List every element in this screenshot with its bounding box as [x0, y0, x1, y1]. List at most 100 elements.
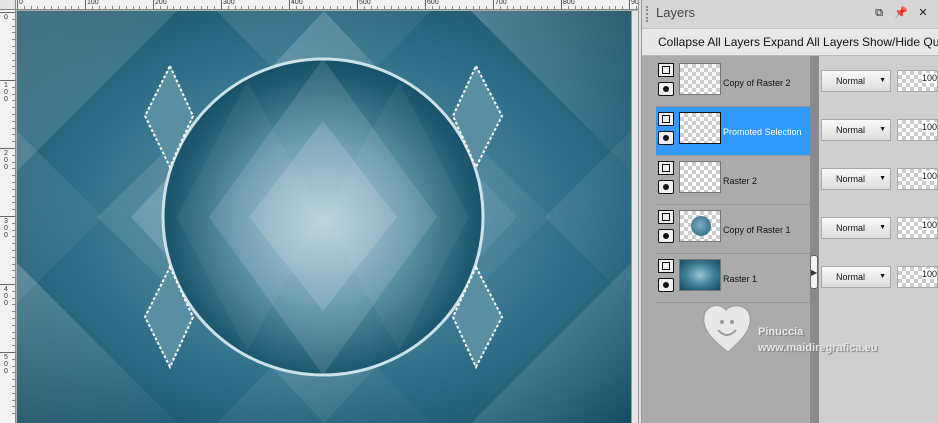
show-hide-quick-button[interactable]: Show/Hide Qu	[862, 35, 938, 49]
layer-name[interactable]: Copy of Raster 1	[723, 225, 791, 235]
layer-name[interactable]: Promoted Selection	[723, 127, 802, 137]
expand-all-layers-button[interactable]: Expand All Layers	[763, 35, 859, 49]
splitter-arrow-icon[interactable]: ▶	[810, 255, 818, 289]
ruler-minor-tick	[377, 6, 379, 9]
visibility-eye-icon[interactable]	[658, 180, 674, 194]
image-canvas-area[interactable]: 0 100 200 300 400 500 600 700 800 900 0 100 200 300 4…	[0, 0, 638, 423]
ruler-minor-tick	[486, 6, 488, 9]
layer-name[interactable]: Raster 1	[723, 274, 757, 284]
layer-row[interactable]: Raster 2	[656, 156, 810, 205]
opacity-field[interactable]: 100	[897, 217, 938, 239]
ruler-minor-tick	[12, 168, 15, 170]
layer-thumbnail[interactable]	[679, 161, 721, 193]
heart-logo-icon	[703, 305, 751, 353]
ruler-minor-tick	[51, 6, 52, 9]
ruler-minor-tick	[615, 6, 617, 9]
layer-toggle-icons	[658, 63, 678, 101]
ruler-minor-tick	[438, 6, 440, 9]
dropdown-arrow-icon: ▼	[879, 224, 886, 231]
ruler-minor-tick	[329, 6, 331, 9]
canvas-vertical-scrollbar[interactable]	[631, 11, 638, 423]
ruler-minor-tick	[323, 6, 324, 9]
layer-thumbnail[interactable]	[679, 63, 721, 95]
ruler-minor-tick	[207, 6, 209, 9]
ruler-minor-tick	[12, 141, 15, 143]
visibility-eye-icon[interactable]	[658, 131, 674, 145]
close-icon[interactable]: ✕	[916, 6, 930, 20]
ruler-minor-tick	[200, 6, 202, 9]
dropdown-arrow-icon: ▼	[879, 175, 886, 182]
layers-list-gutter	[642, 56, 656, 423]
ruler-minor-tick	[12, 413, 15, 415]
blend-mode-dropdown[interactable]: Normal ▼	[821, 266, 891, 288]
blend-mode-dropdown[interactable]: Normal ▼	[821, 168, 891, 190]
layer-properties-row: Normal ▼ 100	[819, 156, 938, 205]
ruler-minor-tick	[12, 250, 15, 251]
ruler-tick	[0, 284, 15, 285]
layer-group-link-icon[interactable]	[658, 210, 674, 224]
ruler-minor-tick	[12, 379, 15, 381]
blend-mode-value: Normal	[836, 76, 866, 86]
layer-group-link-icon[interactable]	[658, 63, 674, 77]
layer-row[interactable]: Copy of Raster 2	[656, 58, 810, 107]
layer-group-link-icon[interactable]	[658, 112, 674, 126]
ruler-minor-tick	[261, 6, 263, 9]
layer-row[interactable]: Copy of Raster 1	[656, 205, 810, 254]
opacity-field[interactable]: 100	[897, 70, 938, 92]
collapse-all-layers-button[interactable]: Collapse All Layers	[658, 35, 760, 49]
restore-icon[interactable]: ⧉	[872, 6, 886, 20]
opacity-field[interactable]: 100	[897, 119, 938, 141]
vertical-ruler: 0 100 200 300 400 500	[0, 10, 16, 423]
layer-rows: Copy of Raster 2 Promoted Selection Raster…	[656, 58, 810, 303]
ruler-tick	[221, 0, 222, 9]
ruler-minor-tick	[98, 6, 100, 9]
layer-group-link-icon[interactable]	[658, 259, 674, 273]
ruler-minor-tick	[193, 6, 195, 9]
opacity-field[interactable]: 100	[897, 266, 938, 288]
visibility-eye-icon[interactable]	[658, 82, 674, 96]
opacity-value: 100	[922, 73, 938, 83]
layer-name[interactable]: Copy of Raster 2	[723, 78, 791, 88]
visibility-eye-icon[interactable]	[658, 229, 674, 243]
visibility-eye-icon[interactable]	[658, 278, 674, 292]
opacity-field[interactable]: 100	[897, 168, 938, 190]
blend-mode-dropdown[interactable]: Normal ▼	[821, 70, 891, 92]
pin-icon[interactable]: 📌	[894, 6, 908, 20]
opacity-value: 100	[922, 220, 938, 230]
ruler-minor-tick	[350, 6, 352, 9]
ruler-minor-tick	[12, 263, 15, 265]
ruler-tick	[493, 0, 494, 9]
layer-name[interactable]: Raster 2	[723, 176, 757, 186]
blend-mode-dropdown[interactable]: Normal ▼	[821, 217, 891, 239]
layers-toolbar: Collapse All Layers Expand All Layers Sh…	[642, 28, 938, 56]
ruler-minor-tick	[234, 6, 236, 9]
layers-titlebar[interactable]: Layers ⧉ 📌 ✕	[642, 0, 938, 28]
artwork-canvas[interactable]	[17, 11, 631, 423]
ruler-corner	[0, 0, 16, 10]
layer-thumbnail[interactable]	[679, 259, 721, 291]
layer-thumbnail[interactable]	[679, 112, 721, 144]
ruler-minor-tick	[187, 6, 188, 9]
ruler-minor-tick	[57, 6, 59, 9]
ruler-label: 900	[631, 0, 638, 6]
ruler-minor-tick	[533, 6, 535, 9]
layers-splitter[interactable]	[810, 56, 819, 423]
watermark-url: www.maidiregrafica.eu	[758, 342, 878, 354]
drag-grip-icon[interactable]	[646, 6, 649, 22]
layer-row[interactable]: Promoted Selection	[656, 107, 810, 156]
ruler-minor-tick	[132, 6, 134, 9]
ruler-minor-tick	[12, 182, 15, 183]
layer-group-link-icon[interactable]	[658, 161, 674, 175]
ruler-minor-tick	[302, 6, 304, 9]
ruler-minor-tick	[112, 6, 114, 9]
layer-row[interactable]: Raster 1	[656, 254, 810, 303]
ruler-label: 300	[4, 218, 8, 239]
ruler-minor-tick	[547, 6, 549, 9]
layer-properties-row: Normal ▼ 100	[819, 58, 938, 107]
ruler-minor-tick	[12, 236, 15, 238]
ruler-tick	[561, 0, 562, 9]
ruler-label: 400	[291, 0, 303, 6]
blend-mode-dropdown[interactable]: Normal ▼	[821, 119, 891, 141]
layer-thumbnail[interactable]	[679, 210, 721, 242]
ruler-tick	[17, 0, 18, 9]
